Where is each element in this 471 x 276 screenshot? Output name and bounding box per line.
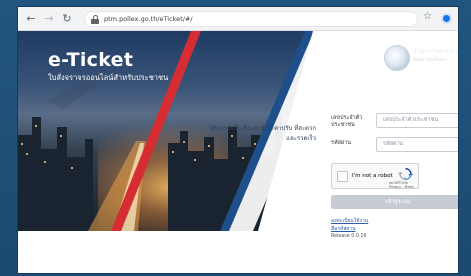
forward-arrow-icon[interactable]: →	[42, 12, 56, 26]
agency-subname: Royal Thai Police	[413, 57, 447, 62]
agency-name: สำนักงานตำรวจแห่งชาติ	[413, 48, 458, 55]
police-emblem-icon	[384, 45, 410, 71]
password-field[interactable]: รหัสผ่าน	[376, 137, 458, 152]
forgot-password-link[interactable]: ลืมรหัสผ่าน	[331, 225, 356, 233]
login-button[interactable]: เข้าสู่ระบบ	[331, 195, 458, 209]
browser-window: ← → ↻ ptm.pollex.go.th/eTicket/#/ ☆ สำนั…	[18, 7, 458, 273]
browser-toolbar: ← → ↻ ptm.pollex.go.th/eTicket/#/ ☆	[18, 7, 458, 31]
id-label: เลขประจำตัว ประชาชน	[331, 115, 363, 128]
address-bar[interactable]: ptm.pollex.go.th/eTicket/#/	[84, 11, 418, 27]
back-arrow-icon[interactable]: ←	[24, 12, 38, 26]
page-subtitle: ใบสั่งจราจรออนไลน์สำหรับประชาชน	[48, 73, 169, 82]
recaptcha-terms-link[interactable]: Privacy - Terms	[389, 185, 414, 189]
id-field[interactable]: เลขประจำตัวประชาชน	[376, 113, 458, 128]
address-bar-url: ptm.pollex.go.th/eTicket/#/	[104, 15, 193, 23]
service-tagline: บริการรับใบ สั่งและชำระค่าปรับ ที่สะดวกแ…	[209, 125, 316, 142]
reload-icon[interactable]: ↻	[60, 12, 74, 26]
register-link[interactable]: ลงทะเบียนใช้งาน	[331, 217, 368, 225]
lock-icon	[91, 15, 99, 24]
profile-avatar[interactable]	[441, 13, 452, 24]
recaptcha-widget: I'm not a robot reCAPTCHA Privacy - Term…	[331, 163, 419, 189]
page-title: e-Ticket	[48, 49, 134, 71]
version-text: Release 0.0.16	[331, 234, 367, 239]
recaptcha-logo-icon	[398, 168, 413, 180]
recaptcha-checkbox[interactable]	[337, 171, 348, 182]
password-label: รหัสผ่าน	[331, 140, 352, 146]
bookmark-star-icon[interactable]: ☆	[423, 11, 432, 22]
recaptcha-label: I'm not a robot	[352, 173, 393, 179]
